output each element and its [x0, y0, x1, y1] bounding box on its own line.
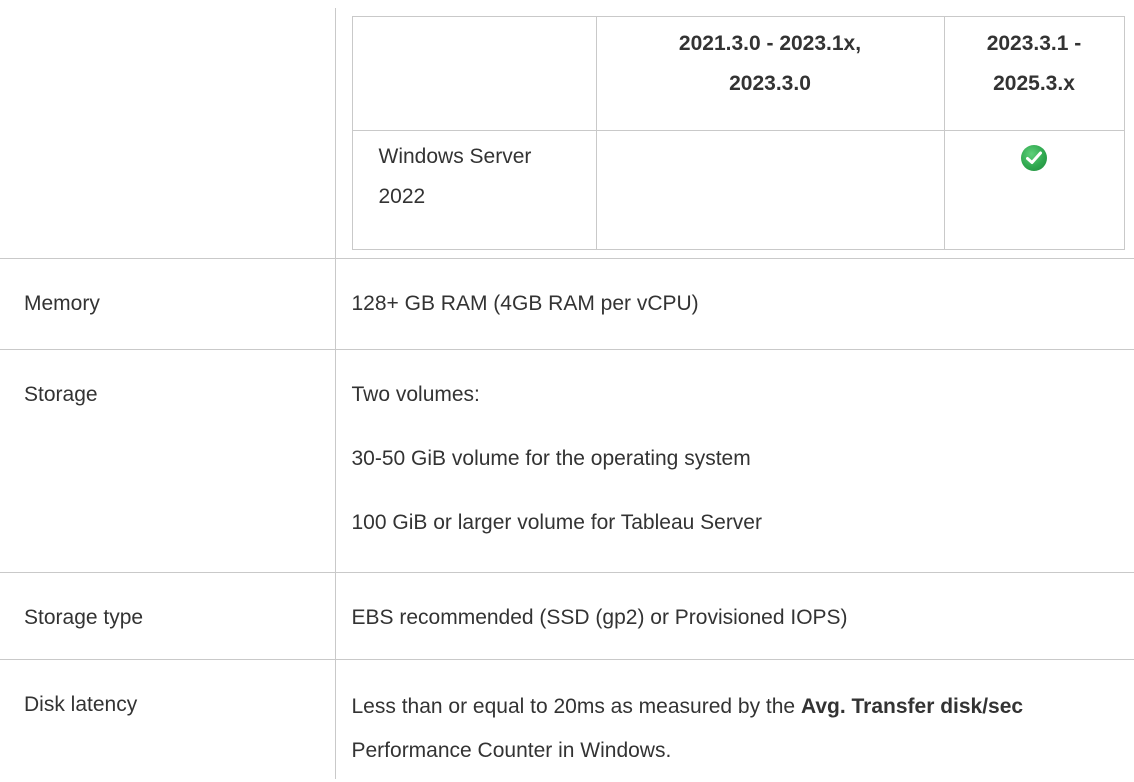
- os-header-row: 2021.3.0 - 2023.1x, 2023.3.0 2023.3.1 - …: [351, 16, 1125, 131]
- check-circle-icon: [1021, 145, 1047, 171]
- memory-row: Memory 128+ GB RAM (4GB RAM per vCPU): [0, 257, 1134, 349]
- storage-label: Storage: [0, 348, 336, 572]
- storage-type-value: EBS recommended (SSD (gp2) or Provisione…: [335, 571, 1134, 659]
- os-2023-cell: [943, 130, 1125, 250]
- disk-latency-text: Less than or equal to 20ms as measured b…: [351, 694, 801, 718]
- os-value-cell: 2021.3.0 - 2023.1x, 2023.3.0 2023.3.1 - …: [335, 8, 1134, 258]
- disk-latency-text-after: Performance Counter in Windows.: [351, 738, 672, 762]
- storage-row: Storage Two volumes: 30-50 GiB volume fo…: [0, 348, 1134, 572]
- os-label-cell: [0, 8, 336, 258]
- os-header-empty: [351, 16, 597, 131]
- disk-latency-counter: Avg. Transfer disk/sec: [800, 694, 1024, 718]
- storage-line: Two volumes:: [351, 382, 480, 406]
- os-name-line: Windows Server: [378, 145, 532, 168]
- storage-type-row: Storage type EBS recommended (SSD (gp2) …: [0, 571, 1134, 659]
- os-header-version-2023: 2023.3.1 - 2025.3.x: [943, 16, 1125, 131]
- storage-line: 100 GiB or larger volume for Tableau Ser…: [351, 510, 762, 534]
- header-line: 2023.3.0: [729, 72, 811, 95]
- memory-value: 128+ GB RAM (4GB RAM per vCPU): [335, 257, 1134, 349]
- storage-line: 30-50 GiB volume for the operating syste…: [351, 446, 751, 470]
- os-name-cell: Windows Server 2022: [351, 130, 597, 250]
- os-header-version-2021: 2021.3.0 - 2023.1x, 2023.3.0: [595, 16, 945, 131]
- os-row: 2021.3.0 - 2023.1x, 2023.3.0 2023.3.1 - …: [0, 8, 1134, 258]
- disk-latency-value: Less than or equal to 20ms as measured b…: [335, 658, 1134, 779]
- requirements-table: 2021.3.0 - 2023.1x, 2023.3.0 2023.3.1 - …: [0, 8, 1134, 779]
- storage-type-label: Storage type: [0, 571, 336, 659]
- header-line: 2025.3.x: [993, 72, 1075, 95]
- header-line: 2023.3.1 -: [986, 32, 1082, 55]
- memory-label: Memory: [0, 257, 336, 349]
- os-2021-cell: [595, 130, 945, 250]
- os-support-table: 2021.3.0 - 2023.1x, 2023.3.0 2023.3.1 - …: [351, 16, 1125, 250]
- disk-latency-row: Disk latency Less than or equal to 20ms …: [0, 658, 1134, 779]
- header-line: 2021.3.0 - 2023.1x,: [678, 32, 862, 55]
- requirements-page: 2021.3.0 - 2023.1x, 2023.3.0 2023.3.1 - …: [0, 0, 1134, 782]
- os-name-line: 2022: [378, 185, 426, 208]
- os-data-row: Windows Server 2022: [351, 130, 1125, 250]
- storage-value: Two volumes: 30-50 GiB volume for the op…: [335, 348, 1134, 572]
- disk-latency-label: Disk latency: [0, 658, 336, 779]
